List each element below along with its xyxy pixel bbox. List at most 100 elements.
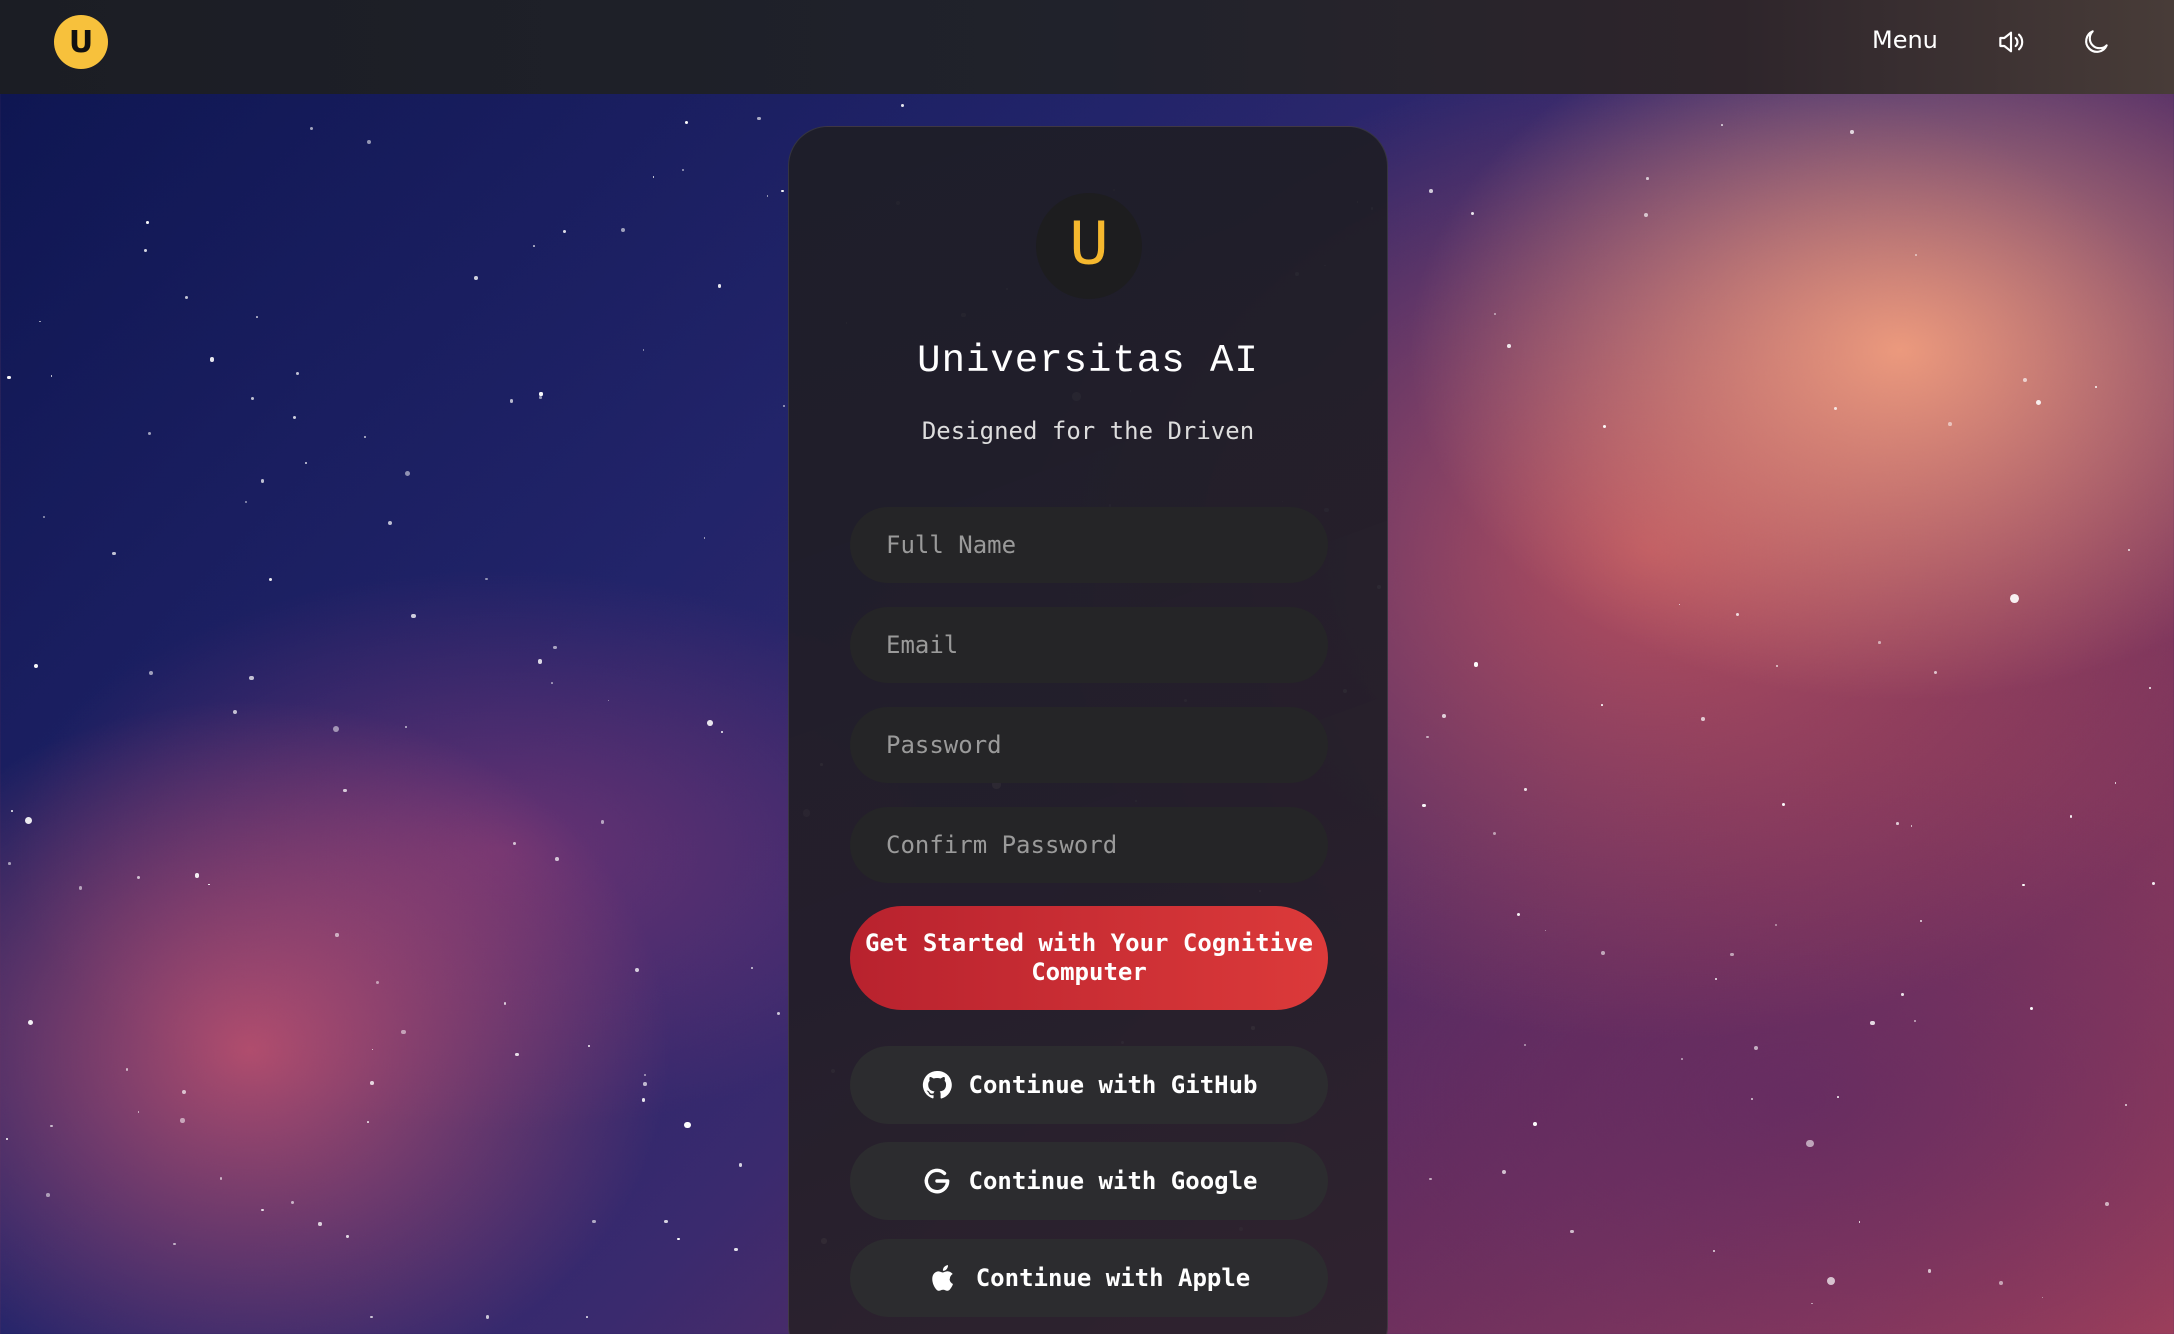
star [363, 435, 366, 438]
star [591, 1219, 596, 1224]
star [375, 980, 380, 985]
star [2022, 884, 2025, 887]
star [1600, 704, 1603, 706]
email-input[interactable] [850, 607, 1328, 683]
star [1681, 1057, 1683, 1060]
google-icon [924, 1168, 949, 1194]
full-name-input[interactable] [850, 507, 1328, 583]
star [2149, 686, 2152, 689]
star [783, 404, 786, 407]
star [1919, 919, 1922, 922]
star [684, 1121, 691, 1129]
star [563, 230, 567, 234]
star [343, 788, 347, 793]
star [635, 967, 640, 972]
star [750, 966, 753, 969]
star [6, 1137, 9, 1140]
apple-icon [931, 1265, 953, 1291]
get-started-button[interactable]: Get Started with Your Cognitive Computer [850, 906, 1328, 1010]
star [766, 195, 769, 198]
star [194, 873, 199, 878]
apple-button[interactable]: Continue with Apple [850, 1239, 1328, 1317]
star [181, 1090, 187, 1095]
star [652, 176, 655, 178]
star [1913, 1019, 1917, 1023]
star [1516, 912, 1521, 917]
star [1928, 1269, 1932, 1273]
star [1900, 993, 1904, 997]
github-button[interactable]: Continue with GitHub [850, 1046, 1328, 1124]
menu-button[interactable]: Menu [1872, 26, 1938, 54]
star [401, 1029, 406, 1034]
star [1533, 1122, 1538, 1127]
star [148, 431, 152, 436]
star [1700, 716, 1705, 721]
star [2152, 881, 2156, 885]
star [663, 1219, 668, 1224]
star [1422, 803, 1427, 808]
star [1473, 662, 1478, 667]
star [367, 1121, 369, 1123]
star [1810, 1302, 1813, 1305]
app-subtitle: Designed for the Driven [921, 417, 1255, 445]
star [146, 220, 149, 224]
signup-card: U Universitas AI Designed for the Driven… [788, 126, 1388, 1334]
star [1492, 831, 1497, 836]
star [2104, 1201, 2109, 1206]
star [1775, 923, 1778, 926]
star [1934, 670, 1938, 674]
star [335, 933, 339, 937]
star [1570, 1229, 1574, 1234]
star [539, 392, 543, 396]
star [510, 399, 514, 403]
app-logo[interactable]: U [54, 15, 108, 69]
star [1850, 129, 1854, 134]
star [251, 396, 255, 400]
star [485, 1315, 490, 1319]
star [1753, 1045, 1759, 1050]
star [136, 875, 141, 880]
star [551, 681, 554, 684]
star [718, 284, 722, 288]
star [1834, 406, 1838, 410]
moon-icon[interactable] [2080, 26, 2112, 58]
star [1506, 343, 1511, 348]
star [1870, 1020, 1875, 1026]
star [643, 1082, 647, 1086]
star [2036, 400, 2042, 406]
star [739, 1163, 743, 1167]
star [232, 709, 237, 714]
star [318, 1222, 322, 1226]
confirm-password-input[interactable] [850, 807, 1328, 883]
star [901, 104, 905, 108]
star [387, 520, 392, 525]
card-logo: U [1036, 193, 1142, 299]
star [586, 1315, 589, 1318]
star [249, 675, 254, 681]
password-input[interactable] [850, 707, 1328, 783]
star [1714, 978, 1717, 981]
star [2094, 385, 2097, 388]
speaker-icon[interactable] [1995, 26, 2027, 58]
star [210, 357, 215, 362]
star [369, 1081, 374, 1085]
star [148, 671, 153, 676]
star [513, 841, 517, 845]
star [1600, 951, 1605, 956]
star [144, 248, 148, 252]
github-button-label: Continue with GitHub [968, 1071, 1258, 1099]
star [137, 1110, 140, 1113]
star [1643, 212, 1649, 218]
google-button[interactable]: Continue with Google [850, 1142, 1328, 1220]
google-button-label: Continue with Google [968, 1167, 1258, 1195]
star [503, 1002, 507, 1005]
star [173, 1242, 176, 1246]
star [681, 168, 684, 171]
star [25, 816, 33, 824]
star [1999, 1281, 2004, 1286]
star [405, 471, 411, 477]
star [515, 1052, 519, 1057]
star [1602, 424, 1607, 429]
star [607, 699, 610, 702]
star [27, 1019, 34, 1026]
